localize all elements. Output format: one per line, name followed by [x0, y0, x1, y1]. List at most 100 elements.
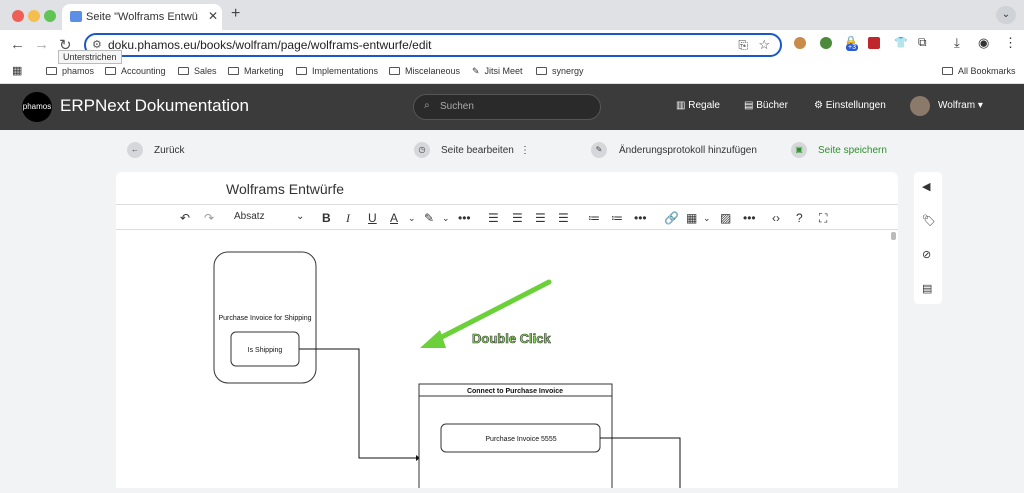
- align-left-icon[interactable]: ☰: [488, 211, 499, 225]
- browser-tab-strip: Seite "Wolframs Entwürfe" be ✕ + ⌄: [0, 0, 1024, 30]
- ublock-icon[interactable]: [868, 37, 880, 49]
- book-icon: ▤: [744, 100, 757, 111]
- app-header: phamos ERPNext Dokumentation ⌕ Suchen ▥ …: [0, 84, 1024, 130]
- install-app-icon[interactable]: ⎘: [738, 38, 748, 53]
- template-icon[interactable]: ▤: [922, 282, 932, 295]
- more-formats-icon[interactable]: •••: [458, 211, 471, 225]
- help-icon[interactable]: ?: [796, 211, 803, 225]
- avatar[interactable]: [910, 96, 930, 116]
- numbered-list-icon[interactable]: ≔: [611, 211, 623, 225]
- back-link[interactable]: Zurück: [154, 145, 185, 156]
- more-insert-icon[interactable]: •••: [743, 211, 756, 225]
- table-chevron-icon[interactable]: ⌄: [703, 213, 711, 224]
- code-icon[interactable]: ‹›: [772, 211, 780, 225]
- align-right-icon[interactable]: ☰: [535, 211, 546, 225]
- connector-line-1: [299, 348, 416, 459]
- scrollbar[interactable]: [891, 232, 896, 240]
- editor-sidebar: ◀ 🏷 ⊘ ▤: [914, 172, 942, 304]
- italic-icon[interactable]: I: [346, 211, 350, 226]
- nav-einstellungen[interactable]: ⚙ Einstellungen: [814, 100, 886, 111]
- phamos-logo[interactable]: phamos: [22, 92, 52, 122]
- block-format-select[interactable]: Absatz ⌄: [234, 211, 304, 222]
- close-window-button[interactable]: [12, 10, 24, 22]
- more-lists-icon[interactable]: •••: [634, 211, 647, 225]
- more-options-icon[interactable]: ⋮: [520, 145, 530, 156]
- bookmark-phamos[interactable]: phamos: [46, 66, 94, 76]
- back-arrow-icon[interactable]: ←: [10, 36, 25, 53]
- changelog-link[interactable]: Änderungsprotokoll hinzufügen: [619, 145, 757, 156]
- attachment-icon[interactable]: ⊘: [922, 248, 931, 261]
- collapse-arrow-icon[interactable]: ◀: [922, 180, 930, 193]
- bold-icon[interactable]: B: [322, 211, 331, 225]
- profile-icon[interactable]: ◉: [978, 35, 989, 51]
- bookmark-synergy[interactable]: synergy: [536, 66, 584, 76]
- address-bar[interactable]: ⚙ doku.phamos.eu/books/wolfram/page/wolf…: [84, 33, 782, 57]
- align-center-icon[interactable]: ☰: [512, 211, 523, 225]
- extension-2-icon[interactable]: [820, 37, 832, 49]
- caret-down-icon: ▾: [975, 100, 983, 111]
- edit-page-link[interactable]: Seite bearbeiten: [441, 145, 514, 156]
- box1-inner: Is Shipping: [248, 347, 283, 354]
- search-input[interactable]: ⌕ Suchen: [413, 94, 601, 120]
- extensions-puzzle-icon[interactable]: ⧉: [918, 35, 927, 50]
- underline-icon[interactable]: U: [368, 211, 377, 225]
- undo-icon[interactable]: ↶: [180, 211, 190, 225]
- all-bookmarks[interactable]: All Bookmarks: [942, 66, 1016, 76]
- highlight-chevron-icon[interactable]: ⌄: [442, 213, 450, 224]
- tab-search-icon[interactable]: ⌄: [996, 6, 1016, 24]
- folder-icon: [46, 67, 57, 75]
- bookmarks-bar: ▦ phamos Accounting Sales Marketing Impl…: [0, 60, 1024, 84]
- redo-icon[interactable]: ↷: [204, 211, 214, 225]
- browser-tab[interactable]: Seite "Wolframs Entwürfe" be ✕: [62, 4, 222, 30]
- close-tab-icon[interactable]: ✕: [208, 9, 218, 23]
- extension-1-icon[interactable]: [794, 37, 806, 49]
- folder-icon: [228, 67, 239, 75]
- gear-icon: ⚙: [814, 100, 826, 111]
- text-color-icon[interactable]: A: [390, 211, 398, 225]
- bookmark-implementations[interactable]: Implementations: [296, 66, 378, 76]
- save-page-button[interactable]: Seite speichern: [818, 145, 887, 156]
- jitsi-icon: ✎: [472, 66, 480, 76]
- folder-icon: [178, 67, 189, 75]
- bookmark-accounting[interactable]: Accounting: [105, 66, 166, 76]
- forward-arrow-icon[interactable]: →: [34, 36, 49, 53]
- table-icon[interactable]: ▦: [686, 211, 697, 225]
- tag-icon[interactable]: 🏷: [922, 214, 936, 227]
- maximize-window-button[interactable]: [44, 10, 56, 22]
- highlight-icon[interactable]: ✎: [424, 211, 434, 225]
- nav-buecher[interactable]: ▤ Bücher: [744, 100, 788, 111]
- editor-content[interactable]: Purchase Invoice for Shipping Is Shippin…: [116, 230, 898, 493]
- tab-title: Seite "Wolframs Entwürfe" be: [86, 11, 198, 23]
- align-justify-icon[interactable]: ☰: [558, 211, 569, 225]
- double-click-annotation: Double Click: [472, 331, 552, 346]
- image-icon[interactable]: ▨: [720, 211, 731, 225]
- nav-regale[interactable]: ▥ Regale: [676, 100, 720, 111]
- bookmark-miscelaneous[interactable]: Miscelaneous: [389, 66, 460, 76]
- apps-grid-icon[interactable]: ▦: [12, 64, 22, 77]
- minimize-window-button[interactable]: [28, 10, 40, 22]
- app-title[interactable]: ERPNext Dokumentation: [60, 96, 249, 116]
- new-tab-icon[interactable]: +: [231, 5, 240, 23]
- link-icon[interactable]: 🔗: [664, 211, 679, 225]
- tooltip: Unterstrichen: [58, 50, 122, 64]
- download-icon[interactable]: ⤓: [954, 35, 960, 51]
- bookmark-sales[interactable]: Sales: [178, 66, 217, 76]
- bookmark-marketing[interactable]: Marketing: [228, 66, 284, 76]
- page-action-bar: ← Zurück ◷ Seite bearbeiten ⋮ ✎ Änderung…: [0, 130, 1024, 172]
- page-title-input[interactable]: Wolframs Entwürfe: [226, 181, 344, 197]
- folder-icon: [105, 67, 116, 75]
- bookmark-star-icon[interactable]: ☆: [758, 37, 770, 53]
- browser-menu-icon[interactable]: ⋮: [1004, 35, 1017, 51]
- folder-icon: [942, 67, 953, 75]
- search-placeholder: Suchen: [440, 101, 474, 112]
- drawio-diagram[interactable]: Purchase Invoice for Shipping Is Shippin…: [116, 230, 898, 493]
- fullscreen-icon[interactable]: ⛶: [819, 211, 827, 226]
- browser-toolbar: ← → ↻ ⚙ doku.phamos.eu/books/wolfram/pag…: [0, 30, 1024, 60]
- green-arrow-icon: [420, 330, 446, 348]
- box2-title: Connect to Purchase Invoice: [467, 388, 563, 395]
- user-menu[interactable]: Wolfram ▾: [938, 100, 983, 111]
- bullet-list-icon[interactable]: ≔: [588, 211, 600, 225]
- extension-4-icon[interactable]: 👕: [894, 36, 908, 49]
- text-color-chevron-icon[interactable]: ⌄: [408, 213, 416, 224]
- bookmark-jitsi[interactable]: ✎ Jitsi Meet: [472, 66, 523, 77]
